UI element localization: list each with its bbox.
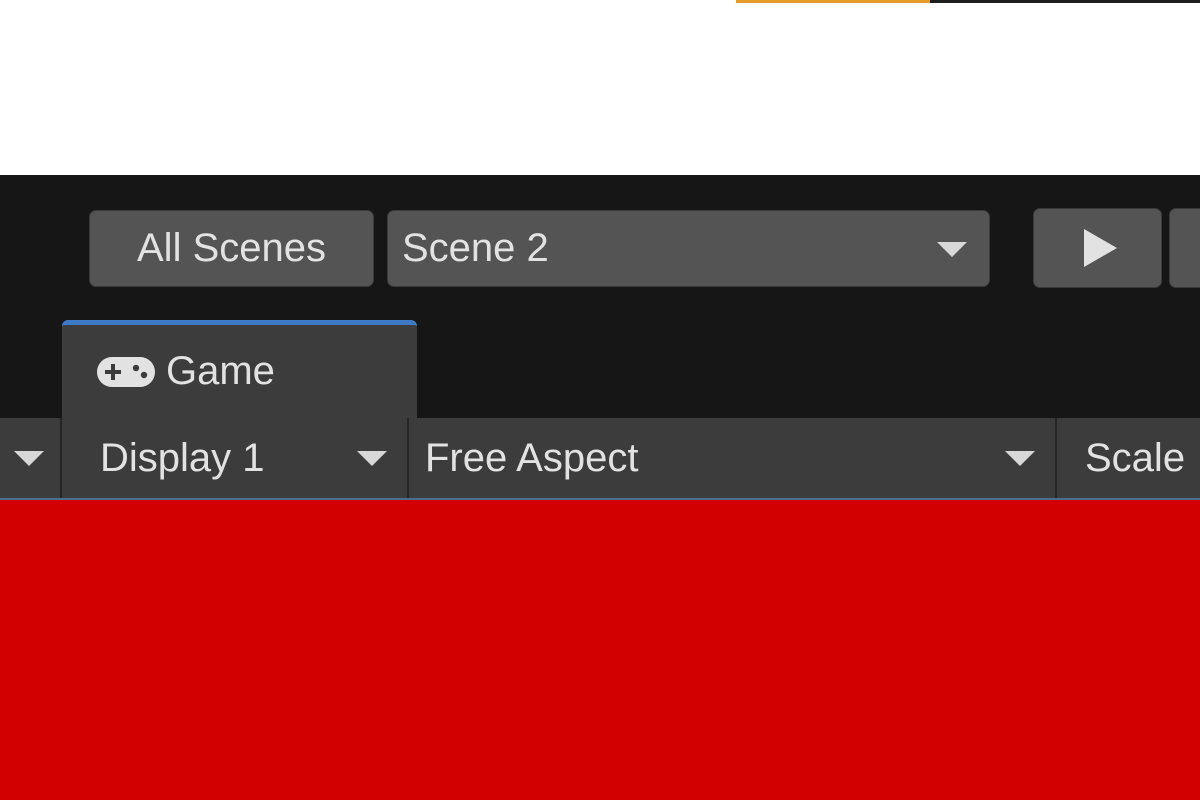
tab-game[interactable]: Game [62, 320, 417, 418]
progress-bar-fill [736, 0, 930, 3]
editor-toolbar: All Scenes Scene 2 Game [0, 175, 1200, 418]
top-white-area [0, 0, 1200, 175]
display-dropdown-value: Display 1 [100, 435, 265, 480]
scene-dropdown[interactable]: Scene 2 [387, 210, 990, 287]
game-view-toolbar: Display 1 Free Aspect Scale [0, 418, 1200, 500]
game-view-menu-dropdown[interactable] [0, 418, 62, 498]
tab-game-label: Game [166, 349, 275, 393]
progress-bar-track [930, 0, 1200, 3]
all-scenes-label: All Scenes [137, 226, 326, 270]
scale-label: Scale [1085, 435, 1186, 480]
chevron-down-icon [937, 242, 967, 257]
play-button[interactable] [1033, 208, 1162, 288]
aspect-dropdown[interactable]: Free Aspect [411, 418, 1057, 498]
aspect-dropdown-value: Free Aspect [425, 435, 639, 480]
play-icon [1084, 229, 1117, 267]
scale-slider[interactable]: Scale [1059, 418, 1200, 498]
scene-dropdown-value: Scene 2 [402, 226, 549, 270]
unity-editor-window: All Scenes Scene 2 Game Display 1 Free A… [0, 0, 1200, 800]
chevron-down-icon [14, 451, 44, 466]
display-dropdown[interactable]: Display 1 [64, 418, 409, 498]
gamepad-icon [97, 356, 155, 387]
chevron-down-icon [1005, 451, 1035, 466]
game-viewport[interactable] [0, 500, 1200, 800]
all-scenes-button[interactable]: All Scenes [89, 210, 374, 287]
pause-button[interactable] [1169, 208, 1200, 288]
chevron-down-icon [357, 451, 387, 466]
